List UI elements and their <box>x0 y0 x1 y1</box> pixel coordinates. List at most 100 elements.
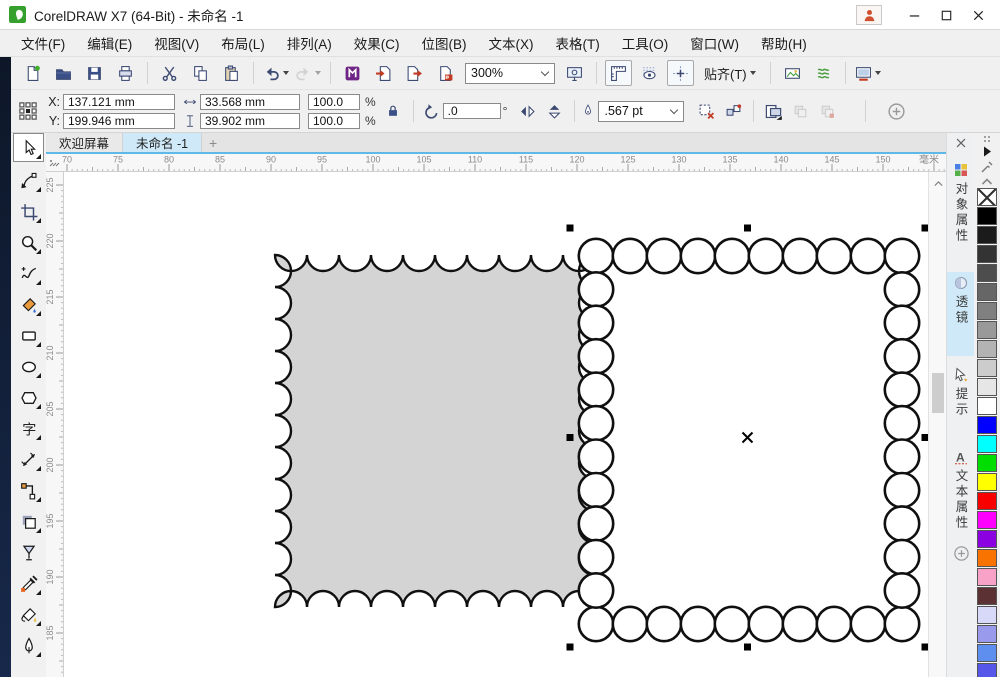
color-swatch-white[interactable] <box>977 397 997 415</box>
interactive-fill-tool[interactable] <box>13 600 44 629</box>
options-button[interactable] <box>779 60 806 86</box>
crop-tool[interactable] <box>13 197 44 226</box>
close-button[interactable] <box>962 3 994 27</box>
print-button[interactable] <box>112 60 139 86</box>
menu-help[interactable]: 帮助(H) <box>750 29 818 57</box>
selection-mode-button[interactable] <box>761 99 786 123</box>
color-swatch-black[interactable] <box>977 207 997 225</box>
color-swatch-red[interactable] <box>977 492 997 510</box>
pick-tool[interactable] <box>13 133 44 162</box>
to-front-button[interactable] <box>788 99 813 123</box>
color-swatch-cyan[interactable] <box>977 435 997 453</box>
publish-pdf-button[interactable] <box>432 60 459 86</box>
minimize-button[interactable] <box>898 3 930 27</box>
tab-welcome-screen[interactable]: 欢迎屏幕 <box>46 133 123 152</box>
snap-to-button[interactable]: 贴齐(T) <box>696 60 764 87</box>
rectangle-tool[interactable] <box>13 321 44 350</box>
user-account-button[interactable] <box>856 5 882 25</box>
palette-flyout-button[interactable] <box>979 144 995 158</box>
scroll-up-button[interactable] <box>930 175 946 191</box>
import-button[interactable] <box>370 60 397 86</box>
docker-add-button[interactable] <box>952 545 970 563</box>
color-swatch-60-percent-black[interactable] <box>977 283 997 301</box>
new-document-tab-button[interactable]: + <box>202 133 224 152</box>
horizontal-ruler[interactable]: 7075808590951001051101151201251301351401… <box>46 154 946 172</box>
drawing-canvas[interactable] <box>64 172 928 677</box>
x-position-field[interactable]: 137.121 mm <box>63 94 175 110</box>
color-swatch-20-percent-black[interactable] <box>977 359 997 377</box>
color-eyedropper-tool[interactable] <box>13 569 44 598</box>
color-swatch-green[interactable] <box>977 454 997 472</box>
object-position-grid-icon[interactable] <box>18 101 38 121</box>
mirror-vertical-button[interactable] <box>542 99 567 123</box>
paste-button[interactable] <box>218 60 245 86</box>
color-swatch-brown[interactable] <box>977 587 997 605</box>
polygon-tool[interactable] <box>13 383 44 412</box>
smart-fill-tool[interactable] <box>13 290 44 319</box>
text-tool[interactable]: 字 <box>13 414 44 443</box>
scalloped-stamp-shape[interactable] <box>275 255 595 607</box>
canvas-vertical-scrollbar[interactable] <box>928 172 946 677</box>
palette-scroll-up-button[interactable] <box>979 174 995 188</box>
selection-handle[interactable] <box>567 434 574 441</box>
tab-untitled-1[interactable]: 未命名 -1 <box>123 133 202 152</box>
outline-pen-tool[interactable] <box>13 631 44 660</box>
open-button[interactable] <box>50 60 77 86</box>
show-rulers-button[interactable] <box>605 60 632 86</box>
save-button[interactable] <box>81 60 108 86</box>
menu-bitmaps[interactable]: 位图(B) <box>411 29 478 57</box>
menu-text[interactable]: 文本(X) <box>478 29 545 57</box>
outline-width-combo[interactable]: .567 pt <box>598 101 684 122</box>
color-swatch-periwinkle[interactable] <box>977 625 997 643</box>
application-launcher-button[interactable] <box>339 60 366 86</box>
cut-button[interactable] <box>156 60 183 86</box>
zoom-level-combo[interactable]: 300% <box>465 63 555 84</box>
export-button[interactable] <box>401 60 428 86</box>
zoom-tool[interactable] <box>13 228 44 257</box>
width-field[interactable]: 33.568 mm <box>200 94 300 110</box>
menu-window[interactable]: 窗口(W) <box>679 29 750 57</box>
shape-tool[interactable] <box>13 166 44 195</box>
full-screen-preview-button[interactable] <box>561 60 588 86</box>
menu-table[interactable]: 表格(T) <box>545 29 611 57</box>
color-swatch-yellow[interactable] <box>977 473 997 491</box>
add-property-button[interactable] <box>884 99 909 123</box>
docker-tab-hints[interactable]: 提示 <box>947 364 975 438</box>
color-swatch-light-blue[interactable] <box>977 644 997 662</box>
maximize-button[interactable] <box>930 3 962 27</box>
selection-handle[interactable] <box>744 225 751 232</box>
mirror-horizontal-button[interactable] <box>515 99 540 123</box>
menu-arrange[interactable]: 排列(A) <box>276 29 343 57</box>
color-swatch-80-percent-black[interactable] <box>977 245 997 263</box>
docker-tab-text-properties[interactable]: A文本属性 <box>947 446 975 546</box>
color-swatch-90-percent-black[interactable] <box>977 226 997 244</box>
color-swatch-pink[interactable] <box>977 568 997 586</box>
parallel-dimension-tool[interactable] <box>13 445 44 474</box>
show-grid-button[interactable] <box>636 60 663 86</box>
welcome-screen-button[interactable] <box>854 60 882 86</box>
color-swatch-70-percent-black[interactable] <box>977 264 997 282</box>
color-swatch-orange[interactable] <box>977 549 997 567</box>
customize-button[interactable] <box>810 60 837 86</box>
docker-tab-object-properties[interactable]: 对象属性 <box>947 159 975 265</box>
y-position-field[interactable]: 199.946 mm <box>63 113 175 129</box>
color-swatch-no-color[interactable] <box>977 188 997 206</box>
selection-handle[interactable] <box>567 644 574 651</box>
color-swatch-lavender[interactable] <box>977 606 997 624</box>
docker-tab-lens[interactable]: 透镜 <box>947 272 975 356</box>
menu-view[interactable]: 视图(V) <box>143 29 210 57</box>
selection-handle[interactable] <box>744 644 751 651</box>
copy-button[interactable] <box>187 60 214 86</box>
vertical-ruler[interactable]: 225220215210205200195190185 <box>46 172 64 677</box>
scale-vertical-field[interactable]: 100.0 <box>308 113 360 129</box>
color-swatch-30-percent-black[interactable] <box>977 340 997 358</box>
redo-button[interactable] <box>294 60 322 86</box>
wrap-text-button[interactable] <box>721 99 746 123</box>
transparency-tool[interactable] <box>13 538 44 567</box>
ellipse-tool[interactable] <box>13 352 44 381</box>
palette-eyedropper-button[interactable] <box>979 159 995 173</box>
undo-button[interactable] <box>262 60 290 86</box>
treat-as-filled-button[interactable] <box>694 99 719 123</box>
new-document-button[interactable] <box>19 60 46 86</box>
color-swatch-40-percent-black[interactable] <box>977 321 997 339</box>
